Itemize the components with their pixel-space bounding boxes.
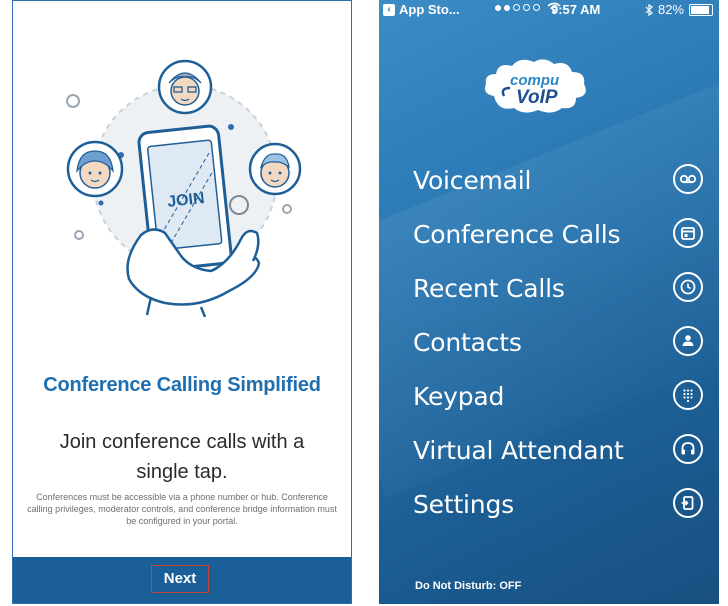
page-title: Conference Calling Simplified: [43, 374, 321, 396]
do-not-disturb-status[interactable]: Do Not Disturb: OFF: [415, 580, 521, 592]
headset-icon: [673, 434, 703, 464]
menu-item-settings[interactable]: Settings: [413, 484, 703, 524]
person-icon: [673, 326, 703, 356]
onboarding-screen: JOIN Conference Calling Simplified Join …: [12, 0, 352, 604]
footer-bar: Next: [13, 557, 351, 603]
avatar-top-icon: [157, 59, 213, 115]
calendar-icon: [673, 218, 703, 248]
menu-label: Conference Calls: [413, 220, 621, 249]
menu-label: Recent Calls: [413, 274, 565, 303]
compuvoip-logo: compu VoIP: [485, 59, 586, 113]
menu-label: Settings: [413, 490, 514, 519]
menu-item-keypad[interactable]: Keypad: [413, 376, 703, 416]
avatar-right-icon: [248, 142, 302, 196]
back-app-label: App Sto...: [399, 2, 460, 17]
back-arrow-icon: ‹: [383, 3, 395, 16]
menu-label: Virtual Attendant: [413, 436, 624, 465]
clock-icon: [673, 272, 703, 302]
menu-item-recent-calls[interactable]: Recent Calls: [413, 268, 703, 308]
fine-print: Conferences must be accessible via a pho…: [27, 492, 337, 526]
main-menu-screen: ‹ App Sto... 9:57 AM 82% compu VoIP Voic…: [379, 0, 719, 604]
status-time: 9:57 AM: [551, 2, 601, 17]
menu-item-contacts[interactable]: Contacts: [413, 322, 703, 362]
voicemail-icon: [673, 164, 703, 194]
keypad-icon: [673, 380, 703, 410]
bluetooth-icon: [645, 3, 653, 16]
settings-icon: [673, 488, 703, 518]
battery-status: 82%: [645, 2, 713, 17]
next-button[interactable]: Next: [151, 565, 209, 593]
menu-item-virtual-attendant[interactable]: Virtual Attendant: [413, 430, 703, 470]
menu-item-conference-calls[interactable]: Conference Calls: [413, 214, 703, 254]
battery-icon: [689, 3, 713, 16]
svg-text:VoIP: VoIP: [516, 87, 558, 108]
status-bar: ‹ App Sto... 9:57 AM 82%: [379, 0, 719, 20]
page-subtitle: Join conference calls with a single tap.: [59, 431, 305, 483]
menu-label: Keypad: [413, 382, 505, 411]
menu-label: Voicemail: [413, 166, 532, 195]
back-to-app-button[interactable]: ‹ App Sto...: [383, 2, 460, 17]
conference-illustration: JOIN: [66, 59, 302, 317]
menu-label: Contacts: [413, 328, 522, 357]
menu-item-voicemail[interactable]: Voicemail: [413, 160, 703, 200]
battery-percent: 82%: [657, 2, 684, 17]
avatar-left-icon: [66, 140, 124, 198]
